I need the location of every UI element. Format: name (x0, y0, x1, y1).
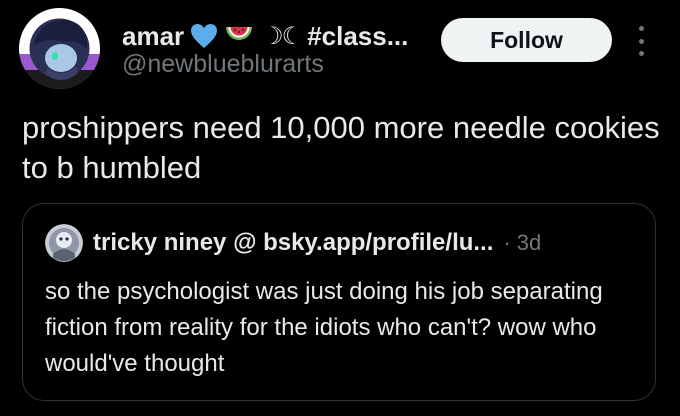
quoted-separator: · (503, 230, 511, 255)
blue-heart-icon (190, 23, 218, 49)
quoted-tweet-header: tricky niney @ bsky.app/profile/lu... · … (45, 224, 541, 262)
follow-button[interactable]: Follow (441, 18, 612, 62)
quoted-tweet-text: so the psychologist was just doing his j… (45, 278, 603, 377)
author-name-text: amar (122, 20, 185, 51)
more-dot (638, 51, 644, 56)
more-dot (638, 26, 644, 31)
tweet-text: proshippers need 10,000 more needle cook… (22, 110, 660, 185)
quoted-author-name[interactable]: tricky niney @ bsky.app/profile/lu... (93, 229, 493, 257)
quoted-timestamp[interactable]: 3d (517, 230, 541, 256)
author-handle[interactable]: @newblueblurarts (122, 50, 324, 79)
author-display-name[interactable]: amar ☽☾ #class... (122, 18, 408, 54)
watermelon-icon (224, 23, 254, 49)
avatar-icon (19, 8, 100, 89)
more-options-icon[interactable] (630, 26, 652, 56)
crescent-moons-icon: ☽☾ (262, 22, 303, 50)
quoted-tweet-card[interactable]: tricky niney @ bsky.app/profile/lu... · … (22, 203, 656, 401)
author-avatar[interactable] (19, 8, 100, 89)
quoted-author-avatar[interactable] (45, 224, 83, 262)
more-dot (638, 38, 644, 44)
author-name-suffix: #class... (307, 20, 409, 51)
quoted-avatar-icon (45, 224, 83, 262)
